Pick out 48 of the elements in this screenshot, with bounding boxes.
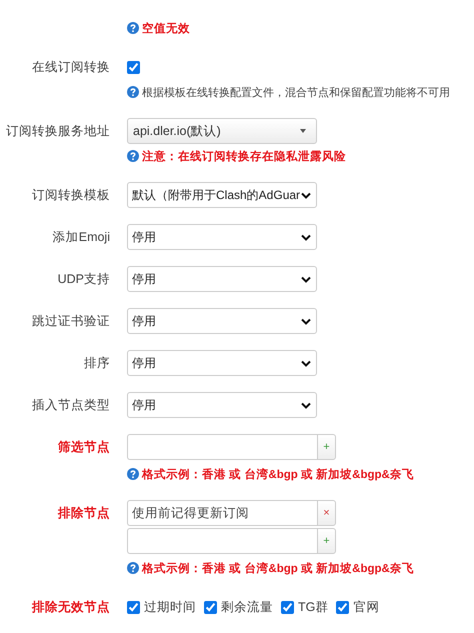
checkbox[interactable] [336, 600, 350, 614]
list-button[interactable]: × [317, 500, 336, 526]
checkbox[interactable] [127, 61, 140, 74]
chevron-down-icon [301, 318, 311, 324]
select-dropdown[interactable]: 停用 [127, 266, 317, 292]
checkbox[interactable] [204, 600, 217, 614]
checkbox[interactable] [127, 600, 140, 614]
select-dropdown[interactable]: 停用 [127, 224, 317, 250]
select-dropdown[interactable]: 默认（附带用于Clash的AdGuar [127, 182, 317, 208]
chevron-down-icon [301, 360, 311, 366]
field-label: 排除无效节点 [32, 599, 110, 615]
hint-text: 格式示例：香港 或 台湾&bgp 或 新加坡&bgp&奈飞 [142, 467, 414, 482]
select-dropdown[interactable]: 停用 [127, 308, 317, 334]
hint-text: 格式示例：香港 或 台湾&bgp 或 新加坡&bgp&奈飞 [142, 561, 414, 576]
field-label: 订阅转换服务地址 [6, 123, 110, 139]
field-label: 订阅转换模板 [32, 187, 110, 203]
checkbox-label: 剩余流量 [221, 598, 273, 616]
hint-text: 注意：在线订阅转换存在隐私泄露风险 [142, 149, 346, 164]
chevron-down-icon [301, 192, 311, 198]
help-icon [127, 562, 139, 574]
checkbox-label: TG群 [298, 598, 328, 616]
field-label: 筛选节点 [58, 439, 110, 455]
help-icon [127, 468, 139, 480]
field-label: 排序 [84, 355, 110, 371]
help-icon [127, 150, 139, 162]
checkbox[interactable] [281, 600, 294, 614]
hint-text: 根据模板在线转换配置文件，混合节点和保留配置功能将不可用 [142, 86, 450, 100]
chevron-down-icon [301, 234, 311, 240]
input-field[interactable] [127, 528, 317, 554]
select-dropdown[interactable]: 停用 [127, 392, 317, 418]
field-label: 添加Emoji [52, 229, 110, 245]
field-label: 排除节点 [58, 505, 110, 521]
select-dropdown[interactable]: api.dler.io(默认) [127, 118, 317, 144]
checkbox-label: 官网 [353, 598, 380, 616]
caret-icon [300, 129, 306, 133]
help-icon [127, 22, 139, 34]
chevron-down-icon [301, 276, 311, 282]
hint-text: 空值无效 [142, 21, 190, 36]
help-icon [127, 86, 139, 98]
chevron-down-icon [301, 402, 311, 408]
select-dropdown[interactable]: 停用 [127, 350, 317, 376]
field-label: UDP支持 [58, 271, 110, 287]
field-label: 插入节点类型 [32, 397, 110, 413]
field-label: 在线订阅转换 [32, 59, 110, 75]
checkbox-label: 过期时间 [144, 598, 196, 616]
input-field[interactable] [127, 434, 317, 460]
input-field[interactable]: 使用前记得更新订阅 [127, 500, 317, 526]
field-label: 跳过证书验证 [32, 313, 110, 329]
